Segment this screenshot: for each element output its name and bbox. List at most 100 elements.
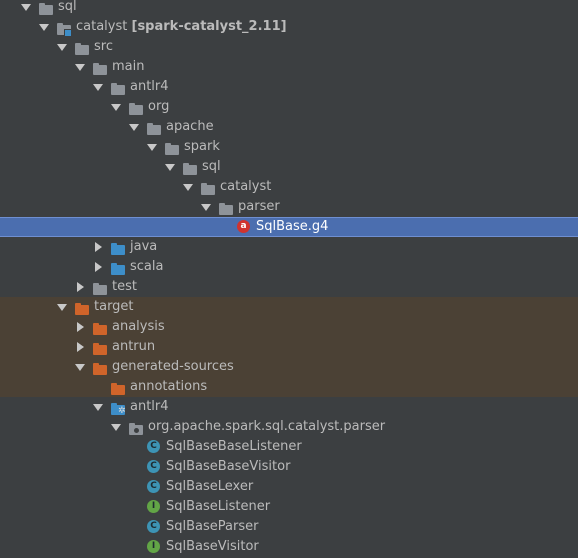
tree-row-spark[interactable]: spark xyxy=(0,137,578,157)
expand-arrow-icon[interactable] xyxy=(56,297,68,317)
interface-icon: I xyxy=(146,497,162,517)
tree-row-generated-sources[interactable]: generated-sources xyxy=(0,357,578,377)
tree-item-label: analysis xyxy=(112,319,165,334)
folder-icon xyxy=(146,117,162,137)
folder-icon xyxy=(128,97,144,117)
tree-row-sqlbaselexer[interactable]: C SqlBaseLexer xyxy=(0,477,578,497)
tree-row-sqlbasevisitor[interactable]: I SqlBaseVisitor xyxy=(0,537,578,557)
tree-item-label: antrun xyxy=(112,339,156,354)
antlr-file-icon: a xyxy=(236,217,252,237)
tree-item-label: spark xyxy=(184,139,220,154)
tree-item-label: org xyxy=(148,99,170,114)
tree-row-sqlbasebasevisitor[interactable]: C SqlBaseBaseVisitor xyxy=(0,457,578,477)
folder-icon xyxy=(92,277,108,297)
excluded-folder-icon xyxy=(92,357,108,377)
excluded-folder-icon xyxy=(110,377,126,397)
collapse-arrow-icon[interactable] xyxy=(92,257,104,277)
tree-row-antlr4[interactable]: antlr4 xyxy=(0,77,578,97)
tree-row-scala[interactable]: scala xyxy=(0,257,578,277)
tree-item-label: SqlBaseBaseVisitor xyxy=(166,459,291,474)
tree-item-label: scala xyxy=(130,259,164,274)
tree-item-label: src xyxy=(94,39,113,54)
expand-arrow-icon[interactable] xyxy=(110,97,122,117)
expand-arrow-icon[interactable] xyxy=(92,77,104,97)
tree-row-main[interactable]: main xyxy=(0,57,578,77)
tree-row-catalyst-package[interactable]: catalyst xyxy=(0,177,578,197)
tree-item-label: sql xyxy=(58,0,77,14)
collapse-arrow-icon[interactable] xyxy=(74,317,86,337)
folder-icon xyxy=(218,197,234,217)
tree-row-parser[interactable]: parser xyxy=(0,197,578,217)
class-icon: C xyxy=(146,437,162,457)
tree-row-annotations[interactable]: annotations xyxy=(0,377,578,397)
expand-arrow-icon[interactable] xyxy=(128,117,140,137)
expand-arrow-icon[interactable] xyxy=(38,17,50,37)
tree-item-label: apache xyxy=(166,119,214,134)
excluded-folder-icon xyxy=(92,317,108,337)
tree-row-catalyst-module[interactable]: catalyst [spark-catalyst_2.11] xyxy=(0,17,578,37)
expand-arrow-icon[interactable] xyxy=(164,157,176,177)
generated-source-folder-icon: ✲ xyxy=(110,397,126,417)
tree-row-sql[interactable]: sql xyxy=(0,0,578,17)
class-icon: C xyxy=(146,517,162,537)
folder-icon xyxy=(74,37,90,57)
tree-item-label: test xyxy=(112,279,137,294)
tree-item-label: generated-sources xyxy=(112,359,234,374)
tree-row-org[interactable]: org xyxy=(0,97,578,117)
module-folder-icon xyxy=(56,17,72,37)
class-icon: C xyxy=(146,477,162,497)
class-icon: C xyxy=(146,457,162,477)
folder-icon xyxy=(110,77,126,97)
expand-arrow-icon[interactable] xyxy=(20,0,32,17)
source-folder-icon xyxy=(110,257,126,277)
tree-row-src[interactable]: src xyxy=(0,37,578,57)
collapse-arrow-icon[interactable] xyxy=(74,337,86,357)
tree-item-label: main xyxy=(112,59,145,74)
tree-item-label: catalyst xyxy=(220,179,272,194)
folder-icon xyxy=(92,57,108,77)
folder-icon xyxy=(38,0,54,17)
tree-row-analysis[interactable]: analysis xyxy=(0,317,578,337)
excluded-folder-icon xyxy=(74,297,90,317)
tree-row-sqlbasebaselistener[interactable]: C SqlBaseBaseListener xyxy=(0,437,578,457)
expand-arrow-icon[interactable] xyxy=(182,177,194,197)
expand-arrow-icon[interactable] xyxy=(92,397,104,417)
tree-row-sqlbase-g4[interactable]: a SqlBase.g4 xyxy=(0,217,578,237)
folder-icon xyxy=(164,137,180,157)
module-name-label: [spark-catalyst_2.11] xyxy=(131,19,287,34)
expand-arrow-icon[interactable] xyxy=(74,357,86,377)
package-icon xyxy=(128,417,144,437)
tree-item-label: sql xyxy=(202,159,221,174)
expand-arrow-icon[interactable] xyxy=(200,197,212,217)
tree-row-java[interactable]: java xyxy=(0,237,578,257)
expand-arrow-icon[interactable] xyxy=(110,417,122,437)
tree-row-target[interactable]: target xyxy=(0,297,578,317)
tree-item-label: parser xyxy=(238,199,280,214)
tree-item-label: SqlBase.g4 xyxy=(256,219,329,234)
folder-icon xyxy=(200,177,216,197)
tree-row-sqlbaseparser[interactable]: C SqlBaseParser xyxy=(0,517,578,537)
tree-row-antlr4-generated[interactable]: ✲ antlr4 xyxy=(0,397,578,417)
tree-row-apache[interactable]: apache xyxy=(0,117,578,137)
tree-item-label: annotations xyxy=(130,379,208,394)
tree-row-parser-package[interactable]: org.apache.spark.sql.catalyst.parser xyxy=(0,417,578,437)
interface-icon: I xyxy=(146,537,162,557)
tree-item-label: antlr4 xyxy=(130,79,169,94)
tree-item-label: catalyst xyxy=(76,19,128,34)
tree-row-sqlbaselistener[interactable]: I SqlBaseListener xyxy=(0,497,578,517)
tree-item-label: SqlBaseVisitor xyxy=(166,539,259,554)
collapse-arrow-icon[interactable] xyxy=(74,277,86,297)
tree-item-label: SqlBaseListener xyxy=(166,499,271,514)
expand-arrow-icon[interactable] xyxy=(74,57,86,77)
tree-item-label: SqlBaseParser xyxy=(166,519,259,534)
expand-arrow-icon[interactable] xyxy=(56,37,68,57)
tree-item-label: java xyxy=(130,239,158,254)
tree-row-sql-package[interactable]: sql xyxy=(0,157,578,177)
tree-row-test[interactable]: test xyxy=(0,277,578,297)
expand-arrow-icon[interactable] xyxy=(146,137,158,157)
tree-row-antrun[interactable]: antrun xyxy=(0,337,578,357)
project-tree: sql catalyst [spark-catalyst_2.11] src m… xyxy=(0,0,578,558)
folder-icon xyxy=(182,157,198,177)
collapse-arrow-icon[interactable] xyxy=(92,237,104,257)
tree-item-label: SqlBaseBaseListener xyxy=(166,439,302,454)
